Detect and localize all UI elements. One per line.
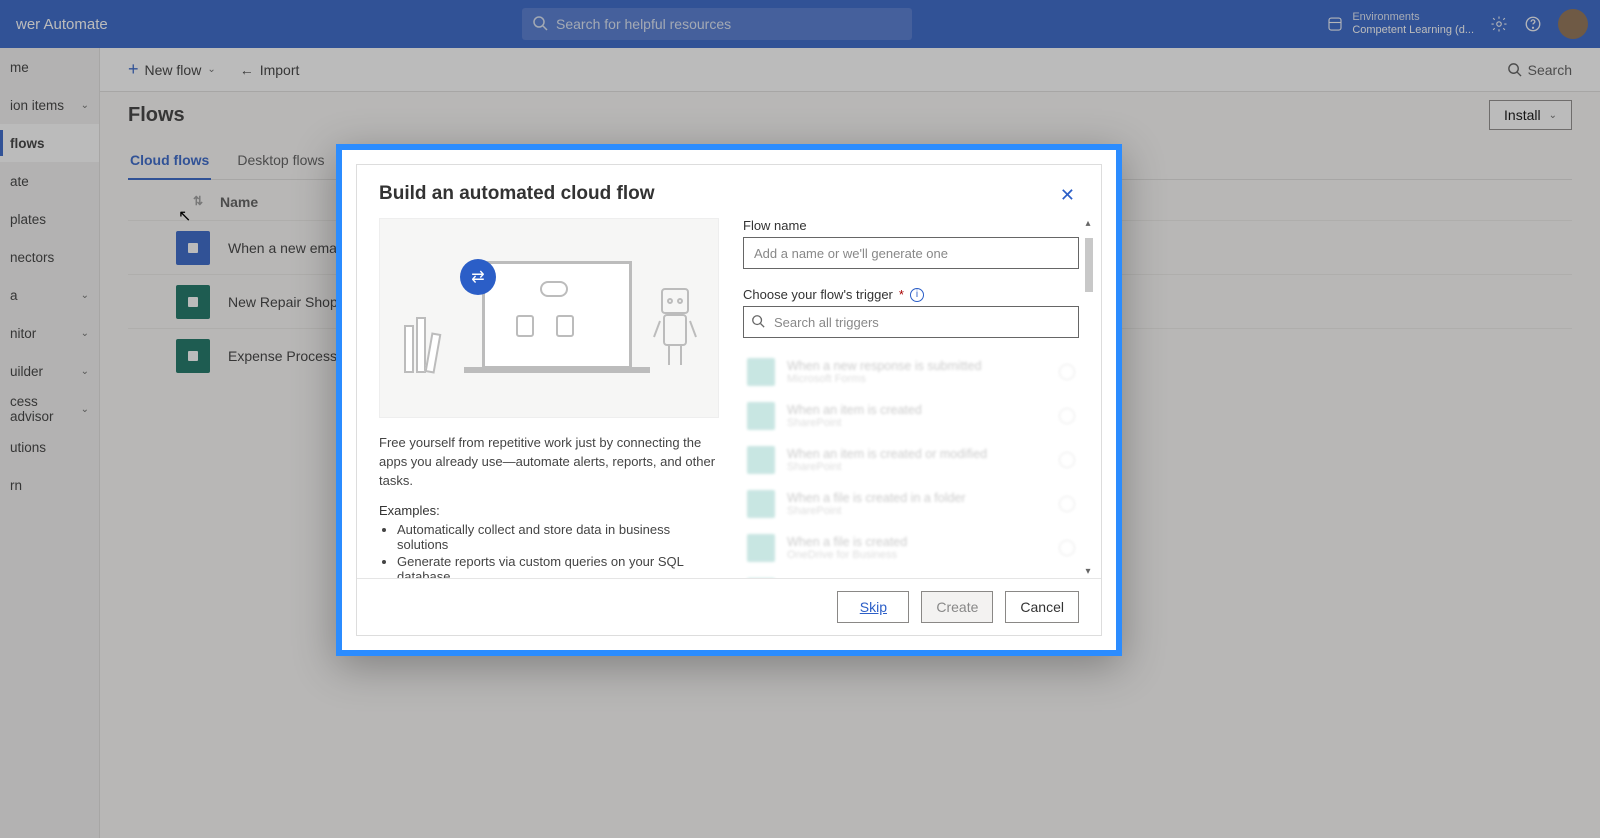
info-icon[interactable] bbox=[1059, 364, 1075, 380]
dialog-highlight-frame: Build an automated cloud flow ✕ Free yo bbox=[336, 144, 1122, 656]
trigger-title: When an item is created bbox=[787, 403, 922, 417]
trigger-connector-icon bbox=[747, 490, 775, 518]
trigger-connector-icon bbox=[747, 402, 775, 430]
flow-name-input[interactable] bbox=[743, 237, 1079, 269]
trigger-connector-icon bbox=[747, 446, 775, 474]
trigger-subtitle: SharePoint bbox=[787, 461, 987, 473]
dialog-footer: Skip Create Cancel bbox=[357, 578, 1101, 635]
trigger-list: When a new response is submittedMicrosof… bbox=[743, 350, 1079, 578]
create-button[interactable]: Create bbox=[921, 591, 993, 623]
example-item: Generate reports via custom queries on y… bbox=[397, 554, 719, 578]
cancel-button[interactable]: Cancel bbox=[1005, 591, 1079, 623]
trigger-title: When an item is created or modified bbox=[787, 447, 987, 461]
trigger-item[interactable]: When an item is createdSharePoint bbox=[743, 394, 1079, 438]
dialog-right-panel: Flow name Choose your flow's trigger* i … bbox=[743, 218, 1079, 578]
flow-icon bbox=[460, 259, 496, 295]
scroll-thumb[interactable] bbox=[1085, 238, 1093, 292]
scroll-down-icon[interactable]: ▾ bbox=[1083, 566, 1093, 578]
trigger-item[interactable]: When a new response is submittedMicrosof… bbox=[743, 350, 1079, 394]
examples-label: Examples: bbox=[379, 503, 719, 518]
trigger-title: When a new response is submitted bbox=[787, 359, 982, 373]
trigger-subtitle: Microsoft Forms bbox=[787, 373, 982, 385]
trigger-title: When a file is created bbox=[787, 535, 907, 549]
trigger-item[interactable]: When a file is created in a folderShareP… bbox=[743, 482, 1079, 526]
info-icon[interactable]: i bbox=[910, 288, 924, 302]
dialog-left-panel: Free yourself from repetitive work just … bbox=[379, 218, 719, 578]
skip-button[interactable]: Skip bbox=[837, 591, 909, 623]
trigger-subtitle: OneDrive for Business bbox=[787, 549, 907, 561]
trigger-connector-icon bbox=[747, 358, 775, 386]
trigger-subtitle: SharePoint bbox=[787, 417, 922, 429]
trigger-subtitle: SharePoint bbox=[787, 505, 966, 517]
info-icon[interactable] bbox=[1059, 540, 1075, 556]
trigger-search-input[interactable] bbox=[743, 306, 1079, 338]
trigger-connector-icon bbox=[747, 534, 775, 562]
search-icon bbox=[751, 314, 765, 328]
dialog-title: Build an automated cloud flow bbox=[379, 183, 655, 205]
trigger-item[interactable]: When a file is createdOneDrive for Busin… bbox=[743, 526, 1079, 570]
flow-name-label: Flow name bbox=[743, 218, 1079, 233]
trigger-item[interactable]: When a task is assigned to mePlanner bbox=[743, 570, 1079, 578]
info-icon[interactable] bbox=[1059, 496, 1075, 512]
trigger-label: Choose your flow's trigger* i bbox=[743, 287, 1079, 302]
info-icon[interactable] bbox=[1059, 452, 1075, 468]
info-icon[interactable] bbox=[1059, 408, 1075, 424]
dialog-illustration bbox=[379, 218, 719, 418]
build-flow-dialog: Build an automated cloud flow ✕ Free yo bbox=[356, 164, 1102, 636]
trigger-title: When a file is created in a folder bbox=[787, 491, 966, 505]
scroll-up-icon[interactable]: ▴ bbox=[1083, 218, 1093, 230]
mouse-cursor: ↖ bbox=[178, 206, 191, 226]
scrollbar[interactable]: ▴ ▾ bbox=[1083, 218, 1093, 578]
example-item: Automatically collect and store data in … bbox=[397, 522, 719, 552]
close-button[interactable]: ✕ bbox=[1056, 183, 1079, 208]
dialog-description: Free yourself from repetitive work just … bbox=[379, 434, 719, 491]
trigger-item[interactable]: When an item is created or modifiedShare… bbox=[743, 438, 1079, 482]
